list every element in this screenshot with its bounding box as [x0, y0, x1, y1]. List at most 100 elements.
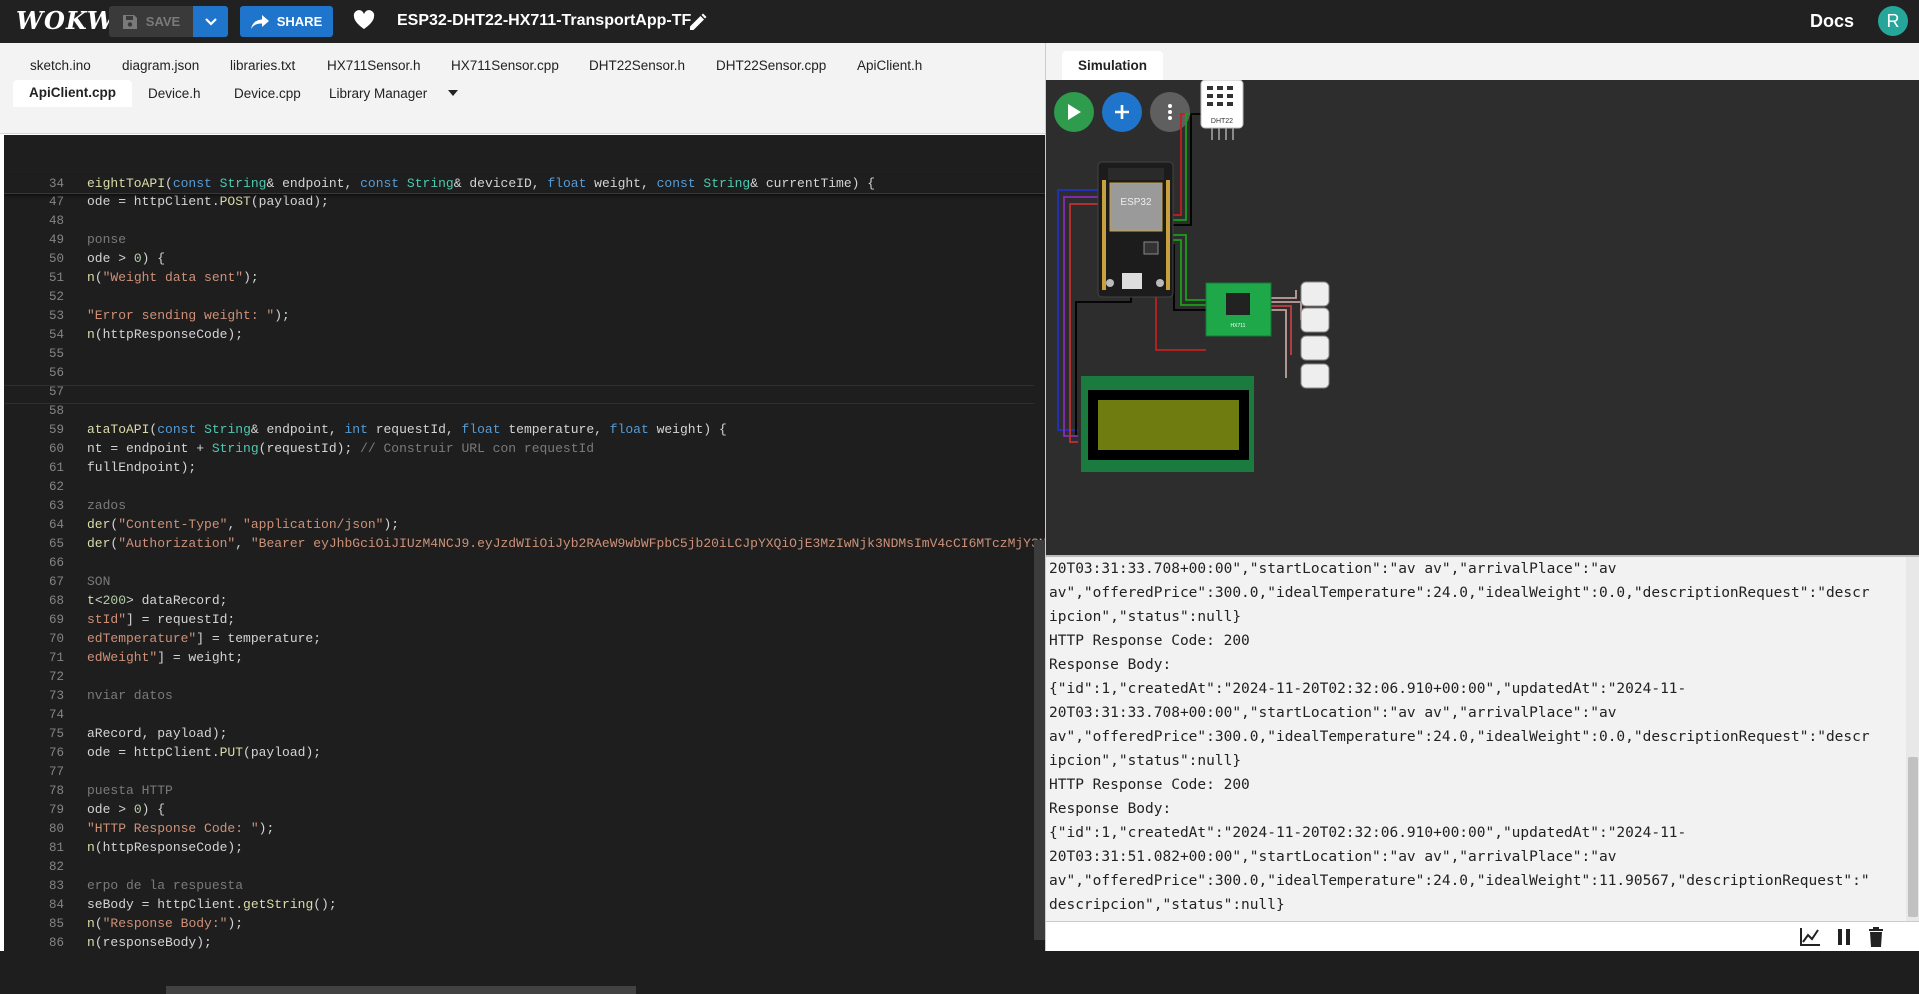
chevron-down-icon: [204, 17, 217, 26]
serial-line: ipcion","status":null}: [1049, 609, 1242, 625]
current-line-highlight: [4, 385, 1034, 404]
line-number: 75: [48, 727, 64, 741]
tab-dht22sensor-cpp[interactable]: DHT22Sensor.cpp: [716, 53, 826, 79]
lcd-display[interactable]: [1081, 376, 1254, 472]
serial-monitor[interactable]: 20T03:31:33.708+00:00","startLocation":"…: [1046, 555, 1919, 921]
line-number: 76: [48, 746, 64, 760]
serial-line: HTTP Response Code: 200: [1049, 777, 1250, 793]
serial-line: av","offeredPrice":300.0,"idealTemperatu…: [1049, 585, 1870, 601]
serial-line: ipcion","status":null}: [1049, 753, 1242, 769]
line-number: 60: [48, 442, 64, 456]
avatar[interactable]: R: [1878, 6, 1908, 36]
line-number: 82: [48, 860, 64, 874]
code-line: erpo de la respuesta: [87, 878, 244, 893]
line-number: 47: [48, 195, 64, 209]
code-line: n("Weight data sent");: [87, 270, 259, 285]
serial-line: 20T03:31:33.708+00:00","startLocation":"…: [1049, 561, 1617, 577]
save-button[interactable]: SAVE: [109, 6, 193, 37]
share-label: SHARE: [276, 14, 323, 29]
tab-hx711sensor-cpp[interactable]: HX711Sensor.cpp: [451, 53, 559, 79]
circuit-canvas[interactable]: DHT22 ESP32 HX711: [1046, 80, 1919, 555]
esp32-board[interactable]: ESP32: [1097, 161, 1174, 298]
line-number: 69: [48, 613, 64, 627]
line-number: 66: [48, 556, 64, 570]
save-label: SAVE: [145, 14, 181, 29]
line-number: 73: [48, 689, 64, 703]
code-line: edTemperature"] = temperature;: [87, 631, 322, 646]
code-line: puesta HTTP: [87, 783, 173, 798]
line-number: 83: [48, 879, 64, 893]
line-number: 63: [48, 499, 64, 513]
code-line: SON: [87, 574, 111, 589]
heart-icon[interactable]: [353, 10, 375, 30]
code-line: zados: [87, 498, 127, 513]
line-number: 52: [48, 290, 64, 304]
sticky-line-number: 34: [48, 177, 64, 191]
pause-icon[interactable]: [1832, 926, 1856, 948]
line-number: 50: [48, 252, 64, 266]
dht22-label: DHT22: [1211, 118, 1233, 125]
save-group: SAVE: [109, 6, 228, 37]
pencil-icon[interactable]: [688, 13, 707, 32]
tab-apiclient-h[interactable]: ApiClient.h: [857, 53, 922, 79]
chart-icon[interactable]: [1798, 926, 1822, 948]
circuit-diagram: DHT22 ESP32 HX711: [1057, 80, 1330, 472]
line-number: 70: [48, 632, 64, 646]
line-number: 61: [48, 461, 64, 475]
share-button[interactable]: SHARE: [240, 6, 333, 37]
code-editor[interactable]: 34 eightToAPI(const String& endpoint, co…: [4, 135, 1045, 951]
serial-line: av","offeredPrice":300.0,"idealTemperatu…: [1049, 873, 1870, 889]
serial-line: descripcion","status":null}: [1049, 897, 1285, 913]
tab-hx711sensor-h[interactable]: HX711Sensor.h: [327, 53, 421, 79]
hx711-module[interactable]: HX711: [1205, 282, 1272, 337]
line-number: 85: [48, 917, 64, 931]
docs-link[interactable]: Docs: [1810, 11, 1854, 32]
editor-vertical-scrollbar[interactable]: [1034, 540, 1045, 940]
tab-libraries-txt[interactable]: libraries.txt: [230, 53, 295, 79]
line-number: 68: [48, 594, 64, 608]
tab-library-manager[interactable]: Library Manager: [329, 81, 427, 107]
code-line: t<200> dataRecord;: [87, 593, 228, 608]
sticky-scroll-header: 34 eightToAPI(const String& endpoint, co…: [4, 175, 1045, 194]
line-number: 72: [48, 670, 64, 684]
save-dropdown-button[interactable]: [193, 6, 228, 37]
code-line: "Error sending weight: ");: [87, 308, 290, 323]
code-line: ode = httpClient.PUT(payload);: [87, 745, 322, 760]
tab-device-h[interactable]: Device.h: [148, 81, 201, 107]
code-line: ode > 0) {: [87, 802, 166, 817]
line-number: 86: [48, 936, 64, 950]
line-number: 84: [48, 898, 64, 912]
floppy-icon: [122, 14, 137, 29]
serial-scroll-thumb[interactable]: [1908, 757, 1918, 917]
dht22-sensor[interactable]: DHT22: [1200, 80, 1244, 140]
line-number: 71: [48, 651, 64, 665]
tab-simulation[interactable]: Simulation: [1062, 51, 1164, 80]
editor-horizontal-scrollbar[interactable]: [166, 986, 636, 994]
serial-line: {"id":1,"createdAt":"2024-11-20T02:32:06…: [1049, 681, 1687, 697]
code-line: nviar datos: [87, 688, 173, 703]
code-line: nt = endpoint + String(requestId); // Co…: [87, 441, 595, 456]
code-line: ataToAPI(const String& endpoint, int req…: [87, 422, 727, 437]
tab-dht22sensor-h[interactable]: DHT22Sensor.h: [589, 53, 685, 79]
load-cells[interactable]: [1300, 281, 1330, 389]
tab-diagram-json[interactable]: diagram.json: [122, 53, 199, 79]
top-bar: WOKWi SAVE SHARE ESP32-DHT22-HX711-Trans…: [0, 0, 1919, 43]
serial-scrollbar[interactable]: [1906, 557, 1919, 921]
serial-input-bar[interactable]: [1046, 921, 1919, 951]
file-tabs: sketch.ino diagram.json libraries.txt HX…: [0, 43, 1045, 134]
tab-apiclient-cpp[interactable]: ApiClient.cpp: [13, 80, 132, 107]
line-number: 55: [48, 347, 64, 361]
more-tabs-chevron-icon[interactable]: [448, 90, 458, 96]
tab-device-cpp[interactable]: Device.cpp: [234, 81, 301, 107]
serial-line: Response Body:: [1049, 657, 1172, 673]
serial-line: 20T03:31:51.082+00:00","startLocation":"…: [1049, 849, 1617, 865]
tab-sketch-ino[interactable]: sketch.ino: [30, 53, 91, 79]
esp32-label: ESP32: [1120, 197, 1152, 208]
line-number: 49: [48, 233, 64, 247]
line-number: 78: [48, 784, 64, 798]
project-title[interactable]: ESP32-DHT22-HX711-TransportApp-TF: [397, 12, 691, 30]
line-number: 54: [48, 328, 64, 342]
serial-line: HTTP Response Code: 200: [1049, 633, 1250, 649]
trash-icon[interactable]: [1864, 926, 1888, 948]
simulation-pane: Simulation DHT22 ESP32 HX711 20T03:31:33…: [1045, 43, 1919, 951]
